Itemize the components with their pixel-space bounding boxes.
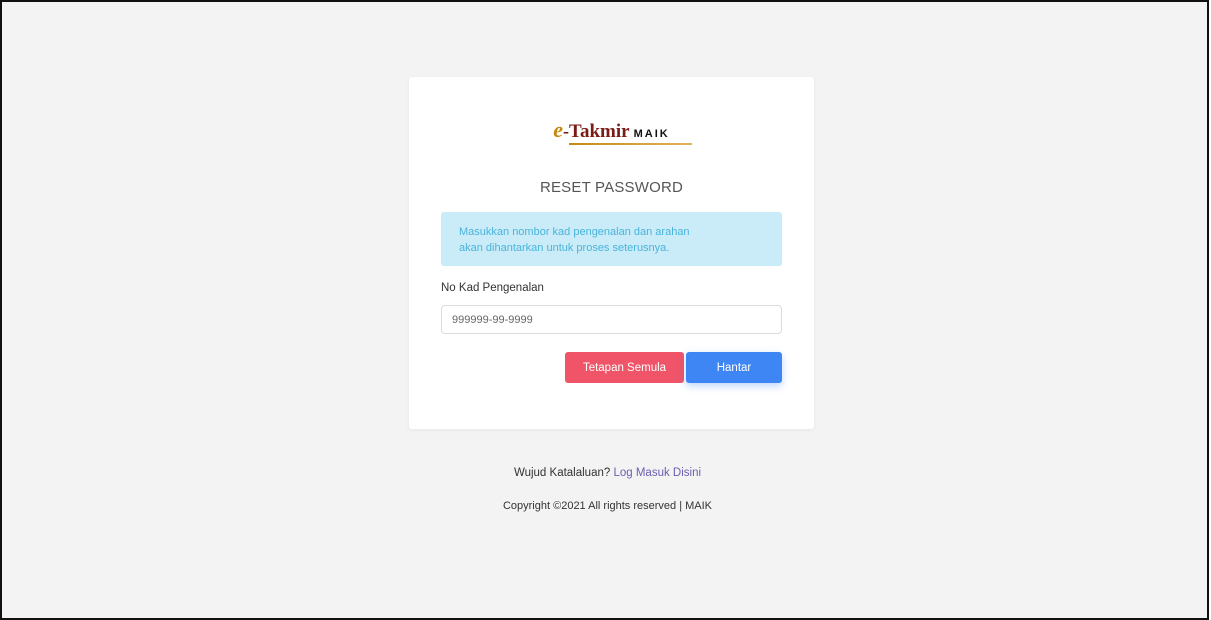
- reset-password-card: e-Takmir MAIK RESET PASSWORD Masukkan nom…: [409, 77, 814, 429]
- ic-number-input[interactable]: [441, 305, 782, 334]
- copyright-text: Copyright ©2021 All rights reserved | MA…: [502, 500, 713, 512]
- alert-text-line-2: akan dihantarkan untuk proses seterusnya…: [459, 242, 670, 254]
- ic-number-label: No Kad Pengenalan: [441, 282, 544, 294]
- reset-button[interactable]: Tetapan Semula: [565, 352, 684, 383]
- page-frame: e-Takmir MAIK RESET PASSWORD Masukkan nom…: [0, 0, 1209, 620]
- login-prompt-text: Wujud Katalaluan?: [513, 467, 614, 479]
- page-title: RESET PASSWORD: [539, 179, 684, 196]
- logo-e-mark: e: [553, 117, 564, 142]
- login-link[interactable]: Log Masuk Disini: [613, 467, 701, 479]
- login-prompt: Wujud Katalaluan? Log Masuk Disini: [2, 467, 1211, 479]
- submit-button[interactable]: Hantar: [686, 352, 782, 383]
- alert-text-line-1: Masukkan nombor kad pengenalan dan araha…: [459, 226, 690, 238]
- e-takmir-maik-logo: e-Takmir MAIK: [409, 117, 814, 151]
- logo-takmir: Takmir: [569, 121, 630, 142]
- logo-maik: MAIK: [633, 128, 670, 140]
- info-alert: Masukkan nombor kad pengenalan dan araha…: [441, 212, 782, 266]
